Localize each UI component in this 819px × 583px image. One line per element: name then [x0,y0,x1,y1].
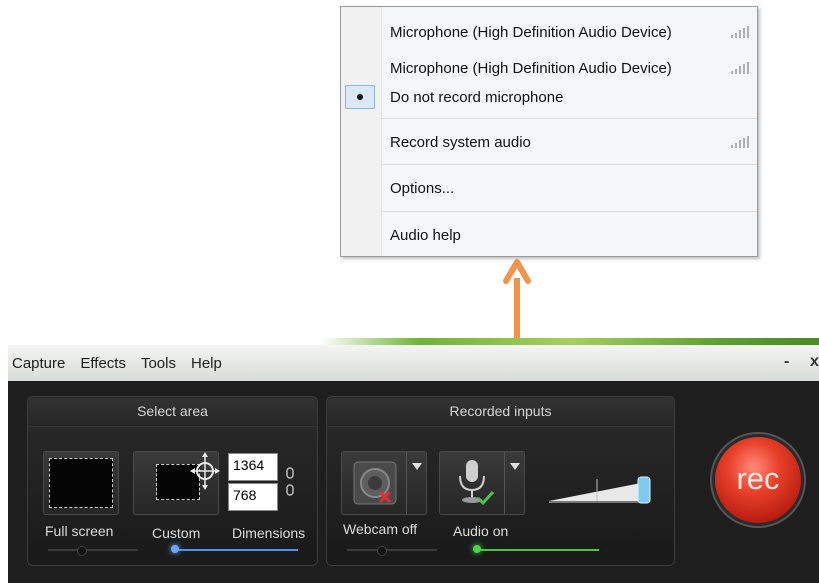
width-input[interactable]: 1364 [228,453,278,481]
microphone-icon [459,460,495,506]
menu-effects[interactable]: Effects [80,355,126,372]
menu-item-label: Microphone (High Definition Audio Device… [390,59,672,77]
audio-label: Audio on [453,523,509,539]
signal-strength-icon [731,62,749,74]
menu-item-label: Microphone (High Definition Audio Device… [390,23,672,41]
chevron-down-icon [412,463,422,470]
menu-item-do-not-record-microphone[interactable]: Do not record microphone [381,82,757,112]
menu-separator [381,211,757,212]
recorded-inputs-title: Recorded inputs [449,403,552,419]
radio-dot-icon [357,94,363,100]
menu-item-label: Options... [390,179,455,197]
custom-area-button[interactable] [133,451,220,515]
menu-item-options[interactable]: Options... [381,173,757,203]
audio-button[interactable] [439,451,525,515]
recorder-window: Capture Effects Tools Help - x Select ar… [8,345,819,583]
menu-separator [381,164,757,165]
menu-separator [381,118,757,119]
selection-track [48,549,138,551]
webcam-button[interactable] [341,451,427,515]
recorder-menubar: Capture Effects Tools Help - x [8,345,819,381]
menu-item-label: Audio help [390,226,461,244]
menu-item-record-system-audio[interactable]: Record system audio [381,127,757,157]
audio-dropdown[interactable] [504,452,524,514]
inputs-track-active [479,549,599,551]
webcam-dropdown[interactable] [406,452,426,514]
crosshair-icon [190,452,220,490]
volume-slider[interactable] [549,469,657,511]
full-screen-label: Full screen [45,523,114,539]
inputs-track [347,549,437,551]
lock-aspect-ratio-icon[interactable] [286,467,294,497]
audio-input-menu: Microphone (High Definition Audio Device… [340,6,758,257]
menu-item-microphone-1[interactable]: Microphone (High Definition Audio Device… [381,17,757,47]
signal-strength-icon [731,26,749,38]
webcam-label: Webcam off [343,521,418,537]
select-area-title: Select area [137,403,208,419]
menu-tools[interactable]: Tools [141,355,176,372]
menu-item-microphone-2[interactable]: Microphone (High Definition Audio Device… [381,53,757,83]
record-button[interactable]: rec [715,437,801,523]
menu-gutter [341,7,382,256]
full-screen-button[interactable] [43,451,119,515]
full-screen-icon [49,458,113,508]
signal-strength-icon [731,136,749,148]
webcam-indicator [377,546,387,556]
menu-item-label: Do not record microphone [390,88,564,106]
record-button-label: rec [736,461,780,496]
menu-help[interactable]: Help [191,355,222,372]
menu-item-audio-help[interactable]: Audio help [381,220,757,250]
recorded-inputs-panel: Recorded inputs Webcam off Audio on [326,396,675,566]
selected-radio-indicator [345,85,375,109]
audio-indicator [473,545,481,553]
menu-item-label: Record system audio [390,133,531,151]
webcam-icon [353,461,397,505]
select-area-panel: Select area Full screen Custom 1364 768 … [27,396,318,566]
dimensions-label: Dimensions [232,525,306,541]
selection-track-active [178,549,298,551]
minimize-button[interactable]: - [784,353,789,371]
full-screen-indicator [77,546,87,556]
custom-indicator [171,545,179,553]
custom-label: Custom [152,525,201,541]
height-input[interactable]: 768 [228,483,278,511]
menu-capture[interactable]: Capture [12,355,65,372]
chevron-down-icon [510,463,520,470]
close-button[interactable]: x [810,353,819,371]
